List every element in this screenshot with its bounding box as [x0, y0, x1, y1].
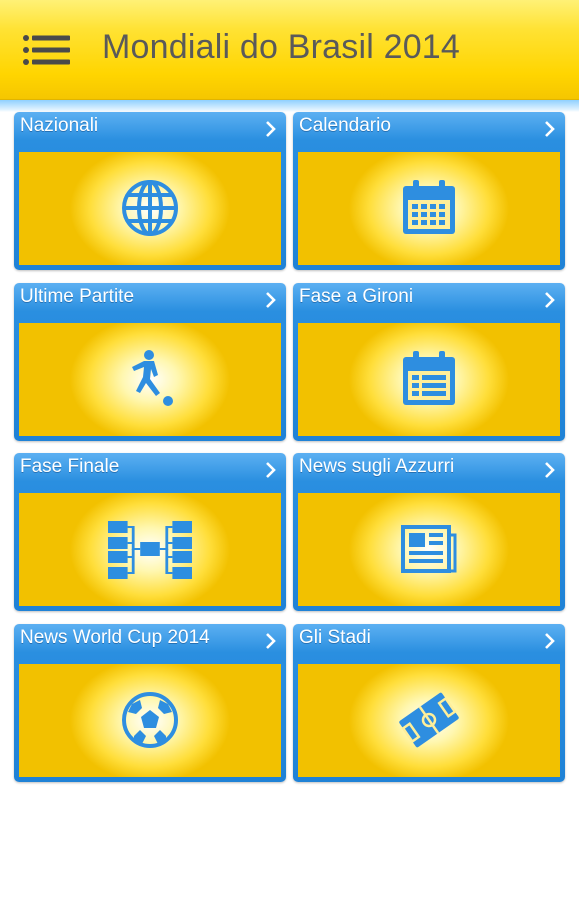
- tile-title: Gli Stadi: [299, 627, 371, 648]
- tile-fase-a-gironi[interactable]: Fase a Gironi: [293, 283, 565, 441]
- chevron-right-icon: [545, 633, 555, 649]
- tile-title: News World Cup 2014: [20, 627, 210, 648]
- newspaper-icon: [401, 525, 457, 573]
- tile-title: Ultime Partite: [20, 286, 135, 307]
- tile-image-panel: [19, 493, 281, 606]
- tile-title: Fase Finale: [20, 456, 120, 477]
- calendar-icon: [403, 180, 455, 234]
- tile-image-panel: [298, 152, 560, 265]
- chevron-right-icon: [266, 121, 276, 137]
- tile-image-panel: [298, 493, 560, 606]
- chevron-right-icon: [545, 462, 555, 478]
- tile-title: Nazionali: [20, 115, 99, 136]
- header-divider: [0, 100, 579, 112]
- tile-title: Calendario: [299, 115, 391, 136]
- chevron-right-icon: [545, 121, 555, 137]
- tile-image-panel: [19, 152, 281, 265]
- chevron-right-icon: [545, 292, 555, 308]
- stadium-field-icon: [399, 692, 459, 748]
- app-bar: Mondiali do Brasil 2014: [0, 0, 579, 100]
- chevron-right-icon: [266, 292, 276, 308]
- tile-image-panel: [19, 323, 281, 436]
- tile-fase-finale[interactable]: Fase Finale: [14, 453, 286, 611]
- tile-image-panel: [298, 323, 560, 436]
- tile-calendario[interactable]: Calendario: [293, 112, 565, 270]
- app-title: Mondiali do Brasil 2014: [102, 28, 461, 66]
- chevron-right-icon: [266, 633, 276, 649]
- hamburger-menu-icon[interactable]: [18, 28, 76, 74]
- chevron-right-icon: [266, 462, 276, 478]
- tile-title: News sugli Azzurri: [299, 456, 455, 477]
- calendar-list-icon: [403, 351, 455, 405]
- tile-news-sugli-azzurri[interactable]: News sugli Azzurri: [293, 453, 565, 611]
- tournament-bracket-icon: [108, 521, 192, 579]
- soccer-player-icon: [132, 350, 173, 406]
- tile-news-world-cup-2014[interactable]: News World Cup 2014: [14, 624, 286, 782]
- tile-nazionali[interactable]: Nazionali: [14, 112, 286, 270]
- tile-image-panel: [19, 664, 281, 777]
- globe-icon: [122, 180, 178, 236]
- tile-image-panel: [298, 664, 560, 777]
- tile-title: Fase a Gironi: [299, 286, 414, 307]
- tile-ultime-partite[interactable]: Ultime Partite: [14, 283, 286, 441]
- soccer-ball-icon: [122, 692, 178, 748]
- tile-gli-stadi[interactable]: Gli Stadi: [293, 624, 565, 782]
